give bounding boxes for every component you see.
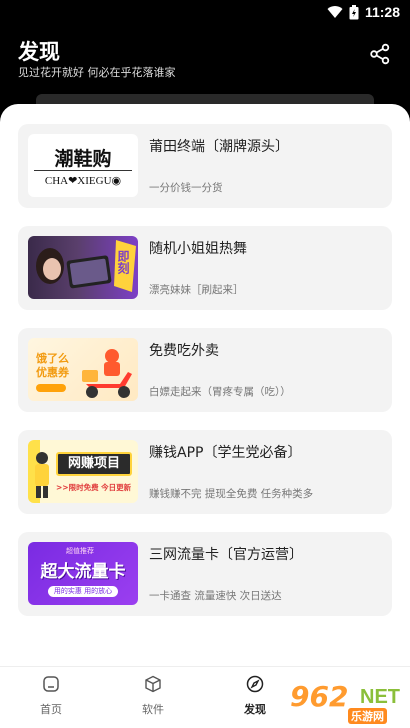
list-item[interactable]: 超值推荐 超大流量卡 用的实惠 用的放心 三网流量卡〔官方运营〕 一卡通查 流量… bbox=[18, 532, 392, 616]
thumb-title: 超大流量卡 bbox=[40, 562, 126, 582]
thumb-title: 即刻 bbox=[116, 250, 130, 274]
site-watermark: 962 NET 乐游网 bbox=[290, 676, 408, 726]
home-icon bbox=[43, 676, 59, 692]
page-header: 发现 见过花开就好 何必在乎花落谁家 bbox=[0, 24, 410, 104]
tab-label: 首页 bbox=[40, 703, 62, 716]
thumb-title: 网赚项目 bbox=[56, 452, 132, 476]
scooter-rider-icon bbox=[82, 349, 132, 398]
watermark-number: 962 bbox=[290, 680, 349, 713]
thumb-label: 超值推荐 bbox=[66, 547, 94, 555]
thumb-divider bbox=[34, 170, 132, 171]
item-thumbnail: 网赚项目 >>限时免费 今日更新 bbox=[28, 440, 138, 503]
item-thumbnail: 超值推荐 超大流量卡 用的实惠 用的放心 bbox=[28, 542, 138, 605]
share-icon bbox=[370, 43, 390, 65]
status-bar: 11:28 bbox=[0, 0, 410, 24]
watermark-net: NET bbox=[360, 686, 400, 708]
tab-label: 发现 bbox=[244, 703, 266, 716]
item-desc: 白嫖走起来（胃疼专属（吃）） bbox=[149, 386, 291, 398]
status-time: 11:28 bbox=[364, 4, 400, 20]
person-illustration-icon bbox=[35, 452, 49, 498]
page-title: 发现 bbox=[18, 40, 60, 64]
tab-discover[interactable]: 发现 bbox=[220, 675, 290, 717]
content-sheet: 潮鞋购 CHA❤XIEGU◉ 莆田终端〔潮牌源头〕 一分价钱一分货 即刻 随机小… bbox=[0, 104, 410, 728]
item-title: 三网流量卡〔官方运营〕 bbox=[149, 547, 303, 563]
battery-icon bbox=[349, 4, 359, 19]
thumb-subtitle: CHA❤XIEGU◉ bbox=[44, 175, 122, 187]
list-item[interactable]: 潮鞋购 CHA❤XIEGU◉ 莆田终端〔潮牌源头〕 一分价钱一分货 bbox=[18, 124, 392, 208]
share-button[interactable] bbox=[366, 40, 394, 68]
item-thumbnail: 即刻 bbox=[28, 236, 138, 299]
item-title: 免费吃外卖 bbox=[149, 343, 219, 359]
item-desc: 漂亮妹妹［刷起来］ bbox=[149, 284, 244, 296]
compass-icon bbox=[246, 675, 264, 693]
tab-software[interactable]: 软件 bbox=[118, 675, 188, 717]
page-subtitle: 见过花开就好 何必在乎花落谁家 bbox=[18, 66, 176, 79]
thumb-subtitle: >>限时免费 今日更新 bbox=[56, 483, 132, 492]
item-title: 赚钱APP〔学生党必备〕 bbox=[149, 445, 302, 461]
thumb-title: 饿了么 优惠券 bbox=[36, 352, 69, 379]
list-item[interactable]: 饿了么 优惠券 免费吃外卖 白嫖走起来（胃疼专属（吃）） bbox=[18, 328, 392, 412]
thumb-subtitle: 用的实惠 用的放心 bbox=[48, 586, 118, 597]
list-item[interactable]: 网赚项目 >>限时免费 今日更新 赚钱APP〔学生党必备〕 赚钱赚不完 提现全免… bbox=[18, 430, 392, 514]
item-desc: 一卡通查 流量速快 次日送达 bbox=[149, 590, 282, 602]
list-item[interactable]: 即刻 随机小姐姐热舞 漂亮妹妹［刷起来］ bbox=[18, 226, 392, 310]
thumb-tag bbox=[36, 384, 66, 392]
tab-home[interactable]: 首页 bbox=[16, 675, 86, 717]
wifi-icon bbox=[327, 6, 343, 19]
cube-icon bbox=[145, 675, 161, 693]
thumb-title: 潮鞋购 bbox=[54, 148, 112, 170]
tab-label: 软件 bbox=[142, 703, 164, 716]
item-title: 随机小姐姐热舞 bbox=[149, 241, 247, 257]
watermark-text: 乐游网 bbox=[348, 708, 387, 724]
item-desc: 一分价钱一分货 bbox=[149, 182, 223, 194]
item-thumbnail: 潮鞋购 CHA❤XIEGU◉ bbox=[28, 134, 138, 197]
item-thumbnail: 饿了么 优惠券 bbox=[28, 338, 138, 401]
item-desc: 赚钱赚不完 提现全免费 任务种类多 bbox=[149, 488, 314, 500]
item-title: 莆田终端〔潮牌源头〕 bbox=[149, 139, 289, 155]
